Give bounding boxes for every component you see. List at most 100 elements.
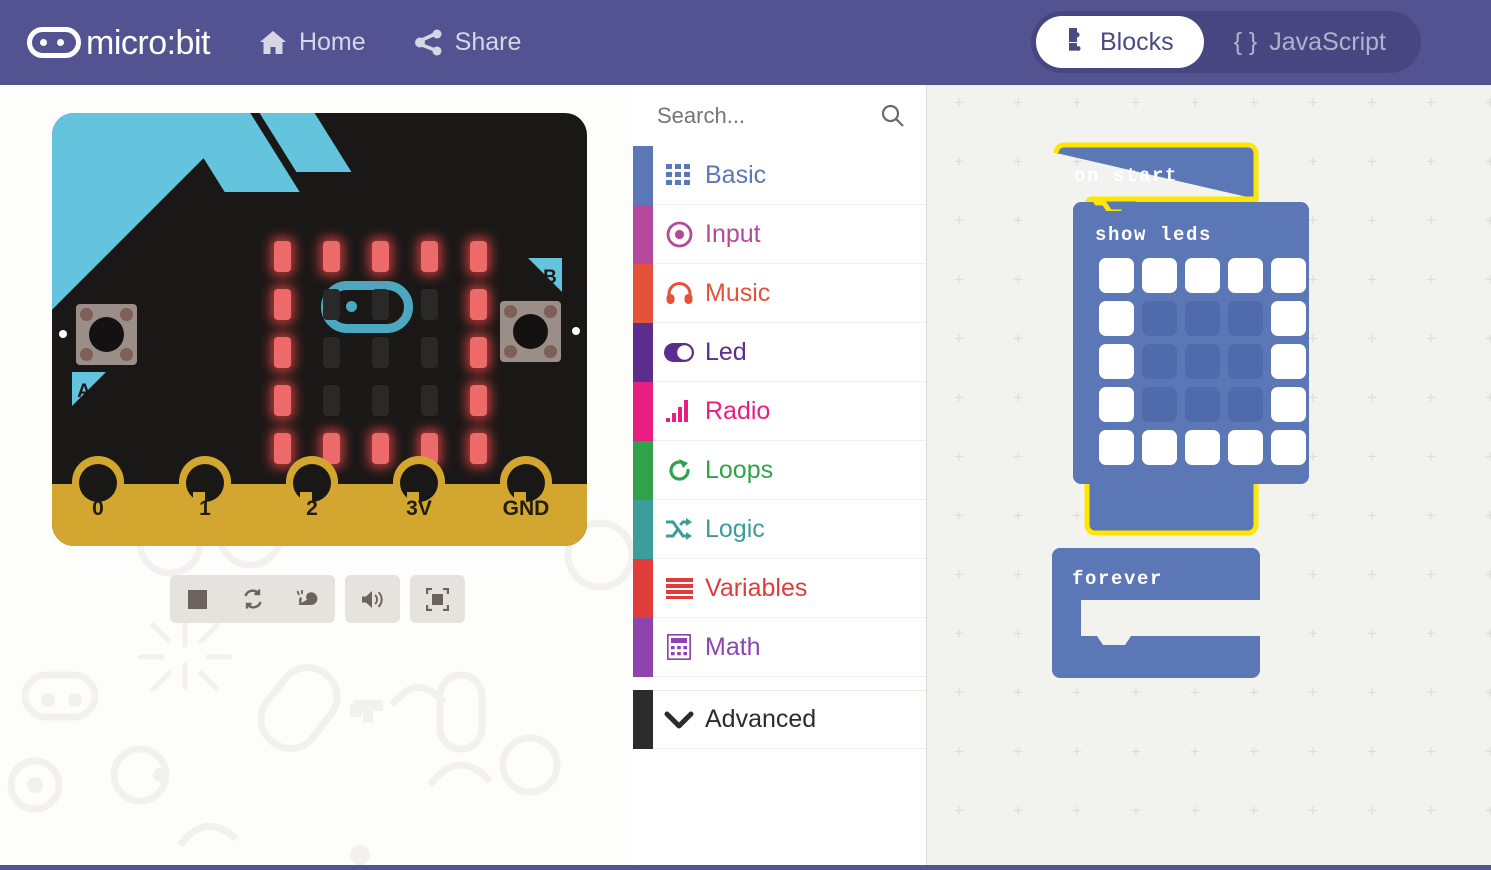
led-toggle-3-0[interactable]: [1099, 387, 1134, 422]
led-toggle-2-1[interactable]: [1142, 344, 1177, 379]
led-toggle-2-4[interactable]: [1271, 344, 1306, 379]
loop-arrow-icon: [653, 458, 705, 483]
fullscreen-button[interactable]: [410, 575, 465, 623]
grid-cross: +: [1013, 506, 1023, 525]
category-label: Loops: [705, 455, 774, 484]
category-label: Advanced: [705, 705, 817, 733]
blocks-workspace[interactable]: + + + + + + + + + + + + + + + + + + + + + + + + + + + + + + + + + + + + + + + +…: [927, 85, 1491, 870]
led-0-0: [274, 240, 291, 272]
grid-cross: +: [1485, 624, 1491, 643]
brand-logo[interactable]: micro:bit: [27, 26, 210, 60]
bottom-accent-bar: [0, 865, 1491, 870]
tab-blocks[interactable]: Blocks: [1035, 16, 1204, 68]
grid-cross: +: [1190, 742, 1200, 761]
grid-cross: +: [1367, 683, 1377, 702]
grid-cross: +: [1072, 742, 1082, 761]
restart-button[interactable]: [225, 575, 280, 623]
led-toggle-1-0[interactable]: [1099, 301, 1134, 336]
target-circle-icon: [653, 221, 705, 248]
led-2-1: [323, 336, 340, 368]
led-toggle-2-0[interactable]: [1099, 344, 1134, 379]
category-color-bar: [633, 499, 653, 559]
toolbox-category-led[interactable]: Led: [633, 322, 926, 382]
grid-cross: +: [1367, 506, 1377, 525]
grid-cross: +: [1131, 742, 1141, 761]
grid-cross: +: [1072, 93, 1082, 112]
toolbox-category-radio[interactable]: Radio: [633, 381, 926, 441]
led-toggle-3-2[interactable]: [1185, 387, 1220, 422]
led-toggle-4-0[interactable]: [1099, 430, 1134, 465]
led-toggle-0-2[interactable]: [1185, 258, 1220, 293]
led-toggle-3-4[interactable]: [1271, 387, 1306, 422]
grid-cross: +: [1426, 93, 1436, 112]
led-toggle-1-2[interactable]: [1185, 301, 1220, 336]
board-button-a[interactable]: [76, 304, 137, 365]
led-toggle-3-3[interactable]: [1228, 387, 1263, 422]
led-toggle-3-1[interactable]: [1142, 387, 1177, 422]
toolbox-category-basic[interactable]: Basic: [633, 145, 926, 205]
slow-motion-button[interactable]: [280, 575, 335, 623]
grid-cross: +: [1367, 211, 1377, 230]
grid-cross: +: [954, 93, 964, 112]
tab-javascript[interactable]: { } JavaScript: [1204, 16, 1416, 68]
search-input[interactable]: [657, 102, 857, 129]
playback-controls-group: [170, 575, 335, 623]
small-pin: [151, 492, 163, 546]
grid-cross: +: [1485, 742, 1491, 761]
nav-home[interactable]: Home: [258, 28, 366, 57]
search-magnifier-icon[interactable]: [881, 104, 904, 127]
mute-button[interactable]: [345, 575, 400, 623]
toolbox-category-math[interactable]: Math: [633, 617, 926, 677]
category-label: Input: [705, 219, 761, 248]
simulator-panel: A B 0 1 2 3V GND: [0, 85, 633, 870]
board-button-b[interactable]: [500, 301, 561, 362]
nav-share[interactable]: Share: [414, 28, 521, 57]
led-toggle-4-1[interactable]: [1142, 430, 1177, 465]
led-toggle-2-3[interactable]: [1228, 344, 1263, 379]
category-color-bar: [633, 381, 653, 441]
grid-cross: +: [1249, 742, 1259, 761]
led-toggle-1-1[interactable]: [1142, 301, 1177, 336]
grid-cross: +: [1367, 152, 1377, 171]
grid-cross: +: [1426, 270, 1436, 289]
microbit-logo-icon: [27, 27, 81, 58]
edge-connector: 0 1 2 3V GND: [52, 453, 587, 546]
toolbox-category-variables[interactable]: Variables: [633, 558, 926, 618]
led-toggle-1-3[interactable]: [1228, 301, 1263, 336]
show-leds-label: show leds: [1095, 224, 1212, 246]
toolbox-category-input[interactable]: Input: [633, 204, 926, 264]
small-pin: [472, 492, 484, 546]
led-2-3: [421, 336, 438, 368]
grid-cross: +: [1485, 683, 1491, 702]
grid-cross: +: [1308, 683, 1318, 702]
led-toggle-0-1[interactable]: [1142, 258, 1177, 293]
button-a-label: A: [72, 372, 106, 406]
toolbox-category-advanced[interactable]: Advanced: [633, 690, 926, 749]
pin-0: 0: [72, 456, 124, 546]
led-toggle-0-4[interactable]: [1271, 258, 1306, 293]
led-toggle-0-0[interactable]: [1099, 258, 1134, 293]
led-toggle-4-2[interactable]: [1185, 430, 1220, 465]
led-3-4: [470, 384, 487, 416]
toolbox-category-music[interactable]: Music: [633, 263, 926, 323]
blocks-toolbox: Basic Input Music Led Radio Loops Logic …: [633, 85, 927, 870]
board-side-dot: [59, 330, 67, 338]
led-toggle-4-4[interactable]: [1271, 430, 1306, 465]
led-toggle-4-3[interactable]: [1228, 430, 1263, 465]
grid-cross: +: [1190, 93, 1200, 112]
led-toggle-2-2[interactable]: [1185, 344, 1220, 379]
led-0-1: [323, 240, 340, 272]
microbit-board: A B 0 1 2 3V GND: [52, 113, 587, 546]
grid-cross: +: [954, 565, 964, 584]
toolbox-category-loops[interactable]: Loops: [633, 440, 926, 500]
led-pattern-grid[interactable]: [1099, 258, 1306, 465]
category-color-bar: [633, 322, 653, 382]
stop-button[interactable]: [170, 575, 225, 623]
forever-block[interactable]: forever: [1052, 548, 1277, 678]
led-toggle-1-4[interactable]: [1271, 301, 1306, 336]
led-toggle-0-3[interactable]: [1228, 258, 1263, 293]
show-leds-block[interactable]: show leds: [1073, 202, 1333, 492]
toolbox-category-logic[interactable]: Logic: [633, 499, 926, 559]
nav-home-label: Home: [298, 28, 366, 56]
grid-cross: +: [1367, 93, 1377, 112]
